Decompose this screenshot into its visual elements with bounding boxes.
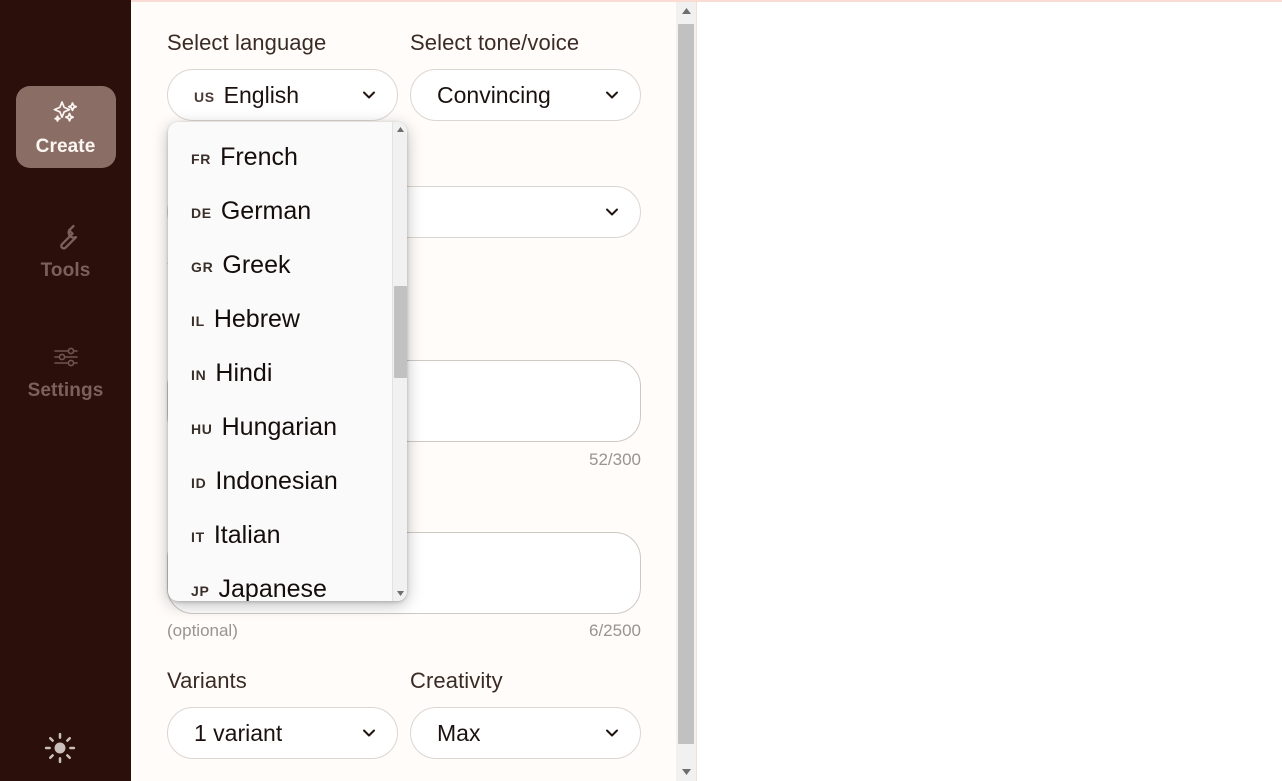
language-option[interactable]: IL Hebrew [168, 292, 392, 346]
tone-select[interactable]: Convincing [410, 69, 641, 121]
language-option-code: JP [191, 583, 210, 599]
sidebar: Create Tools Settings [0, 0, 131, 781]
tone-selected-value: Convincing [437, 81, 551, 108]
app-window: Create Tools Settings Select language Se… [0, 0, 1282, 781]
language-option-name: Hebrew [213, 304, 300, 333]
resize-handle-icon[interactable] [620, 422, 634, 441]
panel-scrollbar[interactable] [676, 2, 696, 781]
chevron-down-icon [592, 723, 622, 743]
scroll-up-arrow-icon[interactable] [676, 2, 696, 20]
theme-toggle-button[interactable] [42, 732, 78, 768]
language-label: Select language [167, 30, 327, 55]
language-option-list[interactable]: FR French DE German GR Greek IL Hebrew I… [168, 122, 392, 602]
variants-selected-value: 1 variant [194, 719, 283, 746]
sun-icon [44, 732, 76, 769]
language-option-code: IN [191, 367, 207, 383]
sidebar-item-create[interactable]: Create [15, 86, 116, 168]
language-country-code: US [194, 88, 215, 105]
sidebar-item-label: Create [35, 136, 96, 157]
sidebar-item-settings[interactable]: Settings [16, 330, 116, 412]
language-option-code: GR [191, 259, 214, 275]
chevron-down-icon [592, 85, 622, 105]
language-option-name: Japanese [218, 574, 327, 602]
language-option-code: IT [191, 529, 205, 545]
language-dropdown-menu[interactable]: FR French DE German GR Greek IL Hebrew I… [168, 122, 407, 601]
language-option-code: HU [191, 421, 213, 437]
language-option[interactable]: JP Japanese [168, 562, 392, 602]
resize-handle-icon[interactable] [620, 594, 634, 613]
language-option-code: ID [191, 475, 207, 491]
creativity-select[interactable]: Max [410, 707, 641, 759]
language-option[interactable]: IT Italian [168, 508, 392, 562]
language-option-name: Italian [213, 520, 281, 549]
language-option[interactable]: GR Greek [168, 238, 392, 292]
panel-scrollbar-thumb[interactable] [678, 24, 694, 744]
sidebar-item-tools[interactable]: Tools [16, 210, 116, 292]
tone-label: Select tone/voice [410, 30, 580, 55]
language-option-name: German [220, 196, 312, 225]
chevron-down-icon [349, 723, 379, 743]
sparkles-icon [51, 98, 81, 128]
topic-character-counter: 52/300 [589, 450, 641, 469]
language-dropdown-scrollbar[interactable] [392, 122, 407, 601]
variants-select[interactable]: 1 variant [167, 707, 398, 759]
language-option[interactable]: HU Hungarian [168, 400, 392, 454]
creativity-selected-value: Max [437, 719, 481, 746]
language-option-code: DE [191, 205, 212, 221]
language-option[interactable]: IN Hindi [168, 346, 392, 400]
language-option-code: IL [191, 313, 205, 329]
language-option-name: Greek [222, 250, 291, 279]
variants-label: Variants [167, 668, 247, 693]
wrench-icon [52, 222, 80, 252]
creativity-label: Creativity [410, 668, 503, 693]
language-dropdown-scrollbar-thumb[interactable] [394, 286, 407, 378]
chevron-down-icon [349, 85, 379, 105]
sliders-icon [51, 342, 81, 372]
chevron-down-icon [592, 202, 622, 222]
language-option-name: Indonesian [215, 466, 338, 495]
details-optional-label: (optional) [167, 621, 238, 640]
language-option-name: Hindi [215, 358, 273, 387]
scroll-down-arrow-icon[interactable] [393, 586, 407, 601]
results-content-area [696, 0, 1282, 781]
language-option-name: Hungarian [221, 412, 337, 441]
language-select[interactable]: US English [167, 69, 398, 121]
language-option[interactable]: ID Indonesian [168, 454, 392, 508]
language-selected-value: English [223, 81, 300, 108]
language-option[interactable]: FR French [168, 130, 392, 184]
language-option-code: FR [191, 151, 212, 167]
scroll-down-arrow-icon[interactable] [676, 763, 696, 781]
sidebar-item-label: Settings [27, 380, 104, 401]
details-character-counter: 6/2500 [589, 621, 641, 640]
sidebar-item-label: Tools [40, 260, 91, 281]
language-option[interactable]: DE German [168, 184, 392, 238]
language-option-name: French [220, 142, 298, 171]
scroll-up-arrow-icon[interactable] [393, 122, 407, 137]
